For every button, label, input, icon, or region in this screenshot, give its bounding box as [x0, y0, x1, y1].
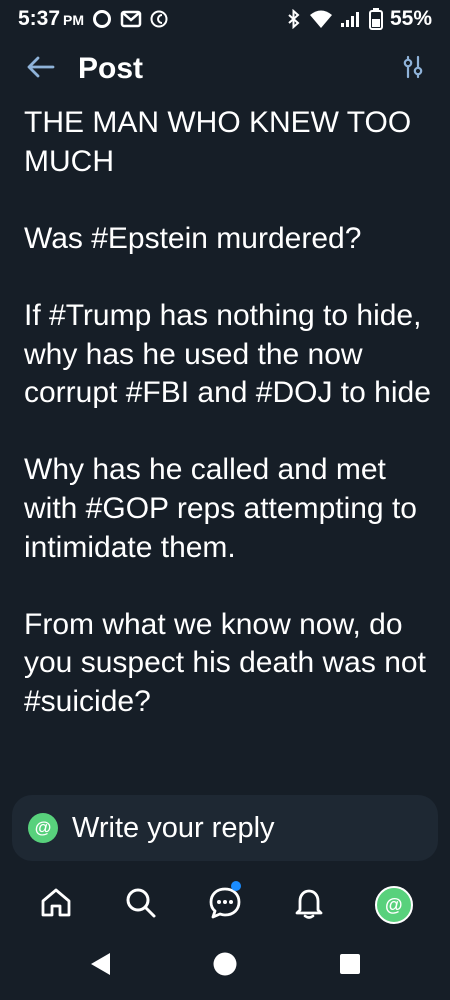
filter-button[interactable] [398, 54, 428, 84]
battery-percent: 55% [389, 7, 432, 30]
status-right: 55% [286, 7, 432, 31]
signal-icon [340, 10, 362, 28]
nav-search-button[interactable] [111, 875, 171, 935]
back-button[interactable] [22, 51, 58, 87]
system-home-button[interactable] [205, 946, 245, 986]
wifi-icon [309, 9, 333, 29]
post-paragraph-1: THE MAN WHO KNEW TOO MUCH [24, 106, 412, 178]
system-recents-button[interactable] [330, 946, 370, 986]
circle-home-icon [212, 951, 238, 982]
gmail-icon [120, 10, 142, 28]
reply-placeholder: Write your reply [72, 811, 275, 844]
time-ampm: PM [63, 12, 85, 28]
bell-icon [292, 886, 326, 925]
circle-notification-icon [92, 9, 112, 29]
post-paragraph-2: Was #Epstein murdered? [24, 221, 362, 255]
post-paragraph-5: From what we know now, do you suspect hi… [24, 607, 426, 718]
page-title: Post [78, 52, 144, 85]
nav-notifications-button[interactable] [279, 875, 339, 935]
nav-chat-button[interactable] [195, 875, 255, 935]
square-recents-icon [339, 953, 361, 980]
post-paragraph-3: If #Trump has nothing to hide, why has h… [24, 298, 431, 410]
battery-icon [368, 8, 383, 30]
profile-avatar: @ [374, 886, 413, 924]
triangle-back-icon [88, 951, 112, 982]
bottom-nav: @ [0, 875, 450, 935]
currency-app-icon [150, 9, 168, 29]
system-nav [0, 940, 450, 992]
status-time: 5:37 PM [18, 7, 84, 31]
time-value: 5:37 [18, 7, 61, 30]
post-paragraph-4: Why has he called and met with #GOP reps… [24, 453, 417, 564]
system-back-button[interactable] [80, 946, 120, 986]
nav-profile-button[interactable]: @ [364, 875, 424, 935]
post-header: Post [0, 40, 450, 98]
nav-home-button[interactable] [26, 875, 86, 935]
arrow-left-icon [25, 55, 55, 84]
status-left: 5:37 PM [18, 7, 168, 31]
home-icon [39, 886, 73, 925]
sliders-icon [402, 55, 424, 84]
search-icon [124, 886, 158, 925]
reply-input[interactable]: @ Write your reply [12, 795, 438, 861]
status-bar: 5:37 PM 55% [0, 0, 450, 38]
reply-avatar: @ [28, 813, 58, 843]
chat-notification-dot [230, 881, 241, 891]
bluetooth-icon [286, 9, 302, 29]
post-body: THE MAN WHO KNEW TOO MUCH Was #Epstein m… [24, 104, 434, 792]
